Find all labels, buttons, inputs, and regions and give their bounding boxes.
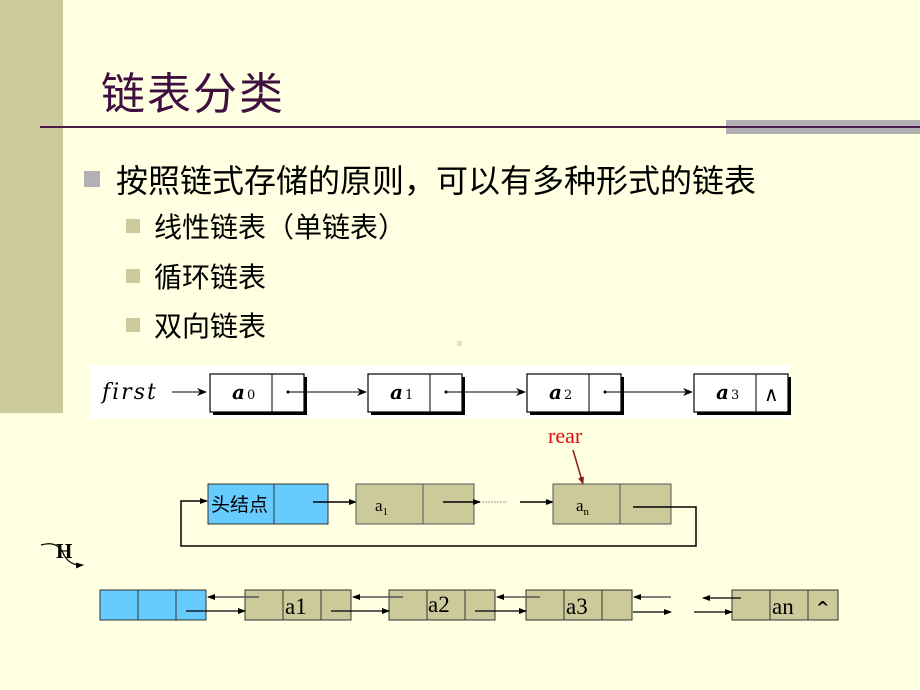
head-pointer-label: H (56, 539, 72, 563)
node-an (552, 483, 672, 525)
dl-head-node (99, 589, 207, 621)
singly-linked-list-diagram: first a 0 a 1 a 2 a 3 ∧ (90, 365, 791, 419)
diagrams: first a 0 a 1 a 2 a 3 ∧ rear 头结点 a1 an H a1 a2 a3 a… (40, 365, 839, 621)
node-data: an (772, 594, 794, 619)
first-pointer-label: first (100, 380, 158, 405)
dl-node: a2 (388, 589, 496, 621)
rear-label: rear (548, 423, 583, 448)
rear-arrow (572, 449, 584, 485)
node-data: a3 (566, 594, 588, 619)
doubly-linked-list-diagram: H a1 a2 a3 an ^ (40, 539, 839, 621)
node-box (526, 373, 622, 413)
null-link-symbol: ∧ (764, 382, 779, 406)
dl-node: a3 (525, 589, 633, 621)
head-node-label: 头结点 (211, 494, 268, 516)
null-link-symbol: ^ (816, 598, 829, 617)
list-node: a 3 ∧ (693, 373, 791, 415)
node-a1 (355, 483, 475, 525)
node-box (209, 373, 305, 413)
dl-node: a1 (244, 589, 352, 621)
dl-node: an ^ (731, 589, 839, 621)
node-box (367, 373, 463, 413)
node-data: a1 (285, 594, 307, 619)
circular-linked-list-diagram: rear 头结点 a1 an (180, 423, 697, 547)
node-data: a2 (428, 592, 450, 617)
